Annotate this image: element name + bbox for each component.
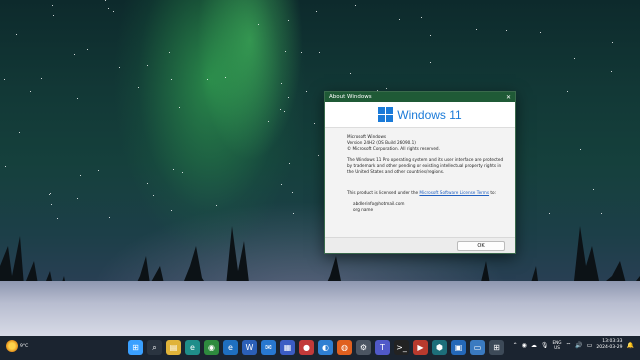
notification-bell-icon[interactable]: 🔔 — [627, 342, 634, 349]
mic-icon[interactable]: 🎙 — [541, 342, 549, 349]
edge-beta-icon[interactable]: e — [223, 340, 238, 355]
search-icon[interactable]: ⌕ — [147, 340, 162, 355]
language-indicator[interactable]: ENG US — [553, 340, 562, 350]
battery-icon[interactable]: ▭ — [587, 342, 593, 349]
app-red-icon[interactable]: ● — [299, 340, 314, 355]
mail-icon[interactable]: ✉ — [261, 340, 276, 355]
taskbar: 9°C ⊞ ⌕ ▤ e ◉ e W ✉ ▦ ● ◐ ◍ ⚙ T >_ ▶ ⬢ ▣ ▭ ⊞ ⌃ ◉ ☁ 🎙 ENG US… — [0, 336, 640, 360]
dialog-titlebar[interactable]: About Windows ✕ — [325, 92, 515, 102]
licensed-org: org name — [353, 207, 374, 212]
windows-logo-icon — [378, 107, 394, 122]
start-icon[interactable]: ⊞ — [128, 340, 143, 355]
system-tray: ⌃ ◉ ☁ 🎙 ENG US ⌔ 🔊 ▭ 13:03:33 2024-03-29… — [513, 339, 634, 351]
about-windows-dialog: About Windows ✕ Windows 11 Microsoft Win… — [324, 91, 516, 254]
photos-icon[interactable]: ◐ — [318, 340, 333, 355]
license-suffix: to: — [490, 190, 497, 195]
weather-widget[interactable]: 9°C — [6, 340, 28, 352]
windows-brand: Windows 11 — [397, 107, 462, 122]
windows-banner: Windows 11 — [325, 102, 515, 128]
dialog-body: Microsoft Windows Version 24H2 (OS Build… — [325, 128, 515, 213]
dialog-title: About Windows — [329, 94, 372, 100]
vpn-icon[interactable]: ⬢ — [432, 340, 447, 355]
settings-icon[interactable]: ⚙ — [356, 340, 371, 355]
lang-bottom: US — [554, 345, 560, 350]
word-icon[interactable]: W — [242, 340, 257, 355]
license-terms-link[interactable]: Microsoft Software License Terms — [419, 190, 489, 195]
calendar-icon[interactable]: ▦ — [280, 340, 295, 355]
legal-text: The Windows 11 Pro operating system and … — [347, 157, 504, 174]
chevron-up-icon[interactable]: ⌃ — [513, 342, 518, 349]
ok-button[interactable]: OK — [457, 241, 505, 251]
monitor-icon[interactable]: ▭ — [470, 340, 485, 355]
weather-sun-icon — [6, 340, 18, 352]
close-icon[interactable]: ✕ — [506, 94, 511, 101]
terminal-icon[interactable]: >_ — [394, 340, 409, 355]
file-explorer-icon[interactable]: ▤ — [166, 340, 181, 355]
clock[interactable]: 13:03:33 2024-03-29 — [596, 339, 622, 351]
taskbar-apps: ⊞ ⌕ ▤ e ◉ e W ✉ ▦ ● ◐ ◍ ⚙ T >_ ▶ ⬢ ▣ ▭ ⊞ — [128, 340, 504, 355]
chrome-icon[interactable]: ◉ — [204, 340, 219, 355]
clock-date: 2024-03-29 — [596, 345, 623, 350]
weather-temp: 9°C — [20, 343, 29, 349]
volume-icon[interactable]: 🔊 — [575, 342, 582, 349]
onedrive-icon[interactable]: ☁ — [531, 342, 537, 349]
about-windows-icon[interactable]: ⊞ — [489, 340, 504, 355]
edge-icon[interactable]: e — [185, 340, 200, 355]
license-text: This product is licensed under the Micro… — [347, 190, 505, 196]
firefox-icon[interactable]: ◍ — [337, 340, 352, 355]
snow-ground — [0, 281, 640, 336]
store-icon[interactable]: ▣ — [451, 340, 466, 355]
dialog-footer: OK — [325, 237, 515, 253]
media-player-icon[interactable]: ▶ — [413, 340, 428, 355]
teams-icon[interactable]: T — [375, 340, 390, 355]
license-prefix: This product is licensed under the — [347, 190, 419, 195]
tray-app-icon[interactable]: ◉ — [522, 342, 527, 349]
wifi-icon[interactable]: ⌔ — [566, 341, 572, 349]
